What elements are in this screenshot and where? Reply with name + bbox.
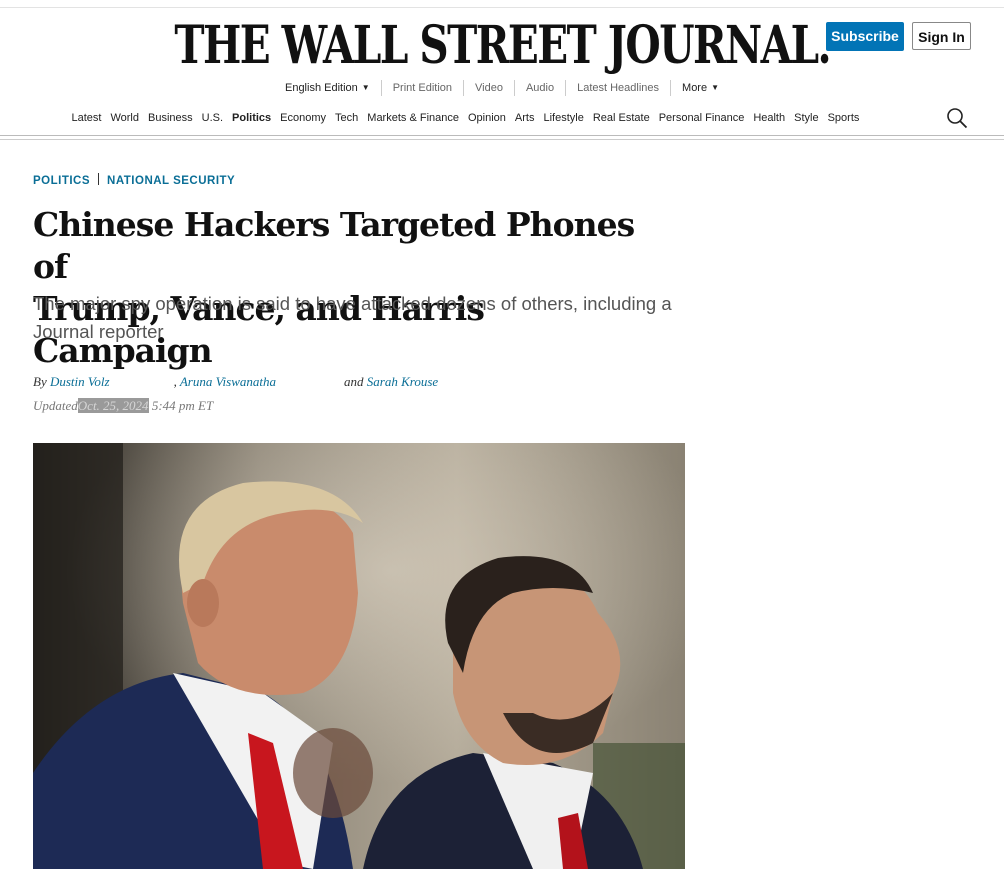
search-icon[interactable] — [946, 107, 968, 129]
hero-photo — [33, 443, 685, 869]
subnav-print-edition[interactable]: Print Edition — [380, 80, 463, 96]
nav-us[interactable]: U.S. — [197, 108, 227, 128]
top-divider — [0, 7, 1004, 8]
article-headline: Chinese Hackers Targeted Phones of Trump… — [33, 204, 673, 372]
nav-latest[interactable]: Latest — [67, 108, 106, 128]
edition-selector[interactable]: English Edition ▼ — [274, 80, 381, 96]
nav-style[interactable]: Style — [790, 108, 823, 128]
subnav-audio[interactable]: Audio — [513, 80, 565, 96]
nav-world[interactable]: World — [106, 108, 144, 128]
author-dustin-volz[interactable]: Dustin Volz — [50, 374, 110, 389]
edition-label: English Edition — [284, 82, 358, 94]
category-national-security[interactable]: NATIONAL SECURITY — [107, 175, 235, 187]
nav-sports[interactable]: Sports — [823, 108, 864, 128]
article-categories: POLITICS NATIONAL SECURITY — [33, 173, 235, 187]
nav-arts[interactable]: Arts — [510, 108, 539, 128]
main-nav: Latest World Business U.S. Politics Econ… — [67, 108, 864, 128]
nav-health[interactable]: Health — [749, 108, 790, 128]
nav-tech[interactable]: Tech — [331, 108, 363, 128]
byline-and: and — [344, 374, 364, 389]
nav-real-estate[interactable]: Real Estate — [588, 108, 654, 128]
subscribe-button[interactable]: Subscribe — [826, 22, 904, 51]
headline-line-1: Chinese Hackers Targeted Phones of — [33, 205, 635, 286]
nav-markets-finance[interactable]: Markets & Finance — [363, 108, 464, 128]
category-separator — [98, 173, 100, 185]
updated-date: Oct. 25, 2024 — [77, 398, 149, 413]
subnav-video[interactable]: Video — [463, 80, 514, 96]
more-label: More — [682, 82, 708, 94]
author-aruna-viswanatha[interactable]: Aruna Viswanatha — [180, 374, 276, 389]
masthead-logo[interactable]: THE WALL STREET JOURNAL. — [111, 14, 894, 78]
edition-nav: English Edition ▼ Print Edition Video Aud… — [0, 80, 1004, 96]
updated-label: Updated — [33, 398, 78, 413]
sign-in-button[interactable]: Sign In — [912, 22, 971, 50]
subnav-more[interactable]: More ▼ — [670, 80, 730, 96]
nav-business[interactable]: Business — [144, 108, 198, 128]
updated-time: 5:44 pm ET — [151, 398, 214, 413]
nav-opinion[interactable]: Opinion — [463, 108, 510, 128]
nav-divider — [0, 135, 1004, 140]
subnav-latest-headlines[interactable]: Latest Headlines — [565, 80, 670, 96]
author-sarah-krouse[interactable]: Sarah Krouse — [367, 374, 438, 389]
nav-politics[interactable]: Politics — [228, 108, 276, 128]
caret-down-icon: ▼ — [361, 83, 370, 92]
article-timestamp: UpdatedOct. 25, 2024 5:44 pm ET — [33, 398, 213, 414]
nav-lifestyle[interactable]: Lifestyle — [539, 108, 588, 128]
nav-economy[interactable]: Economy — [276, 108, 331, 128]
category-politics[interactable]: POLITICS — [33, 175, 90, 187]
article-hero-image[interactable] — [33, 443, 685, 869]
byline-comma: , — [173, 374, 177, 389]
byline-by: By — [33, 374, 47, 389]
nav-personal-finance[interactable]: Personal Finance — [654, 108, 749, 128]
byline: By Dustin Volz, Aruna Viswanatha and Sara… — [33, 374, 438, 390]
article-dek: The major spy operation is said to have … — [33, 293, 672, 342]
caret-down-icon: ▼ — [711, 83, 720, 92]
